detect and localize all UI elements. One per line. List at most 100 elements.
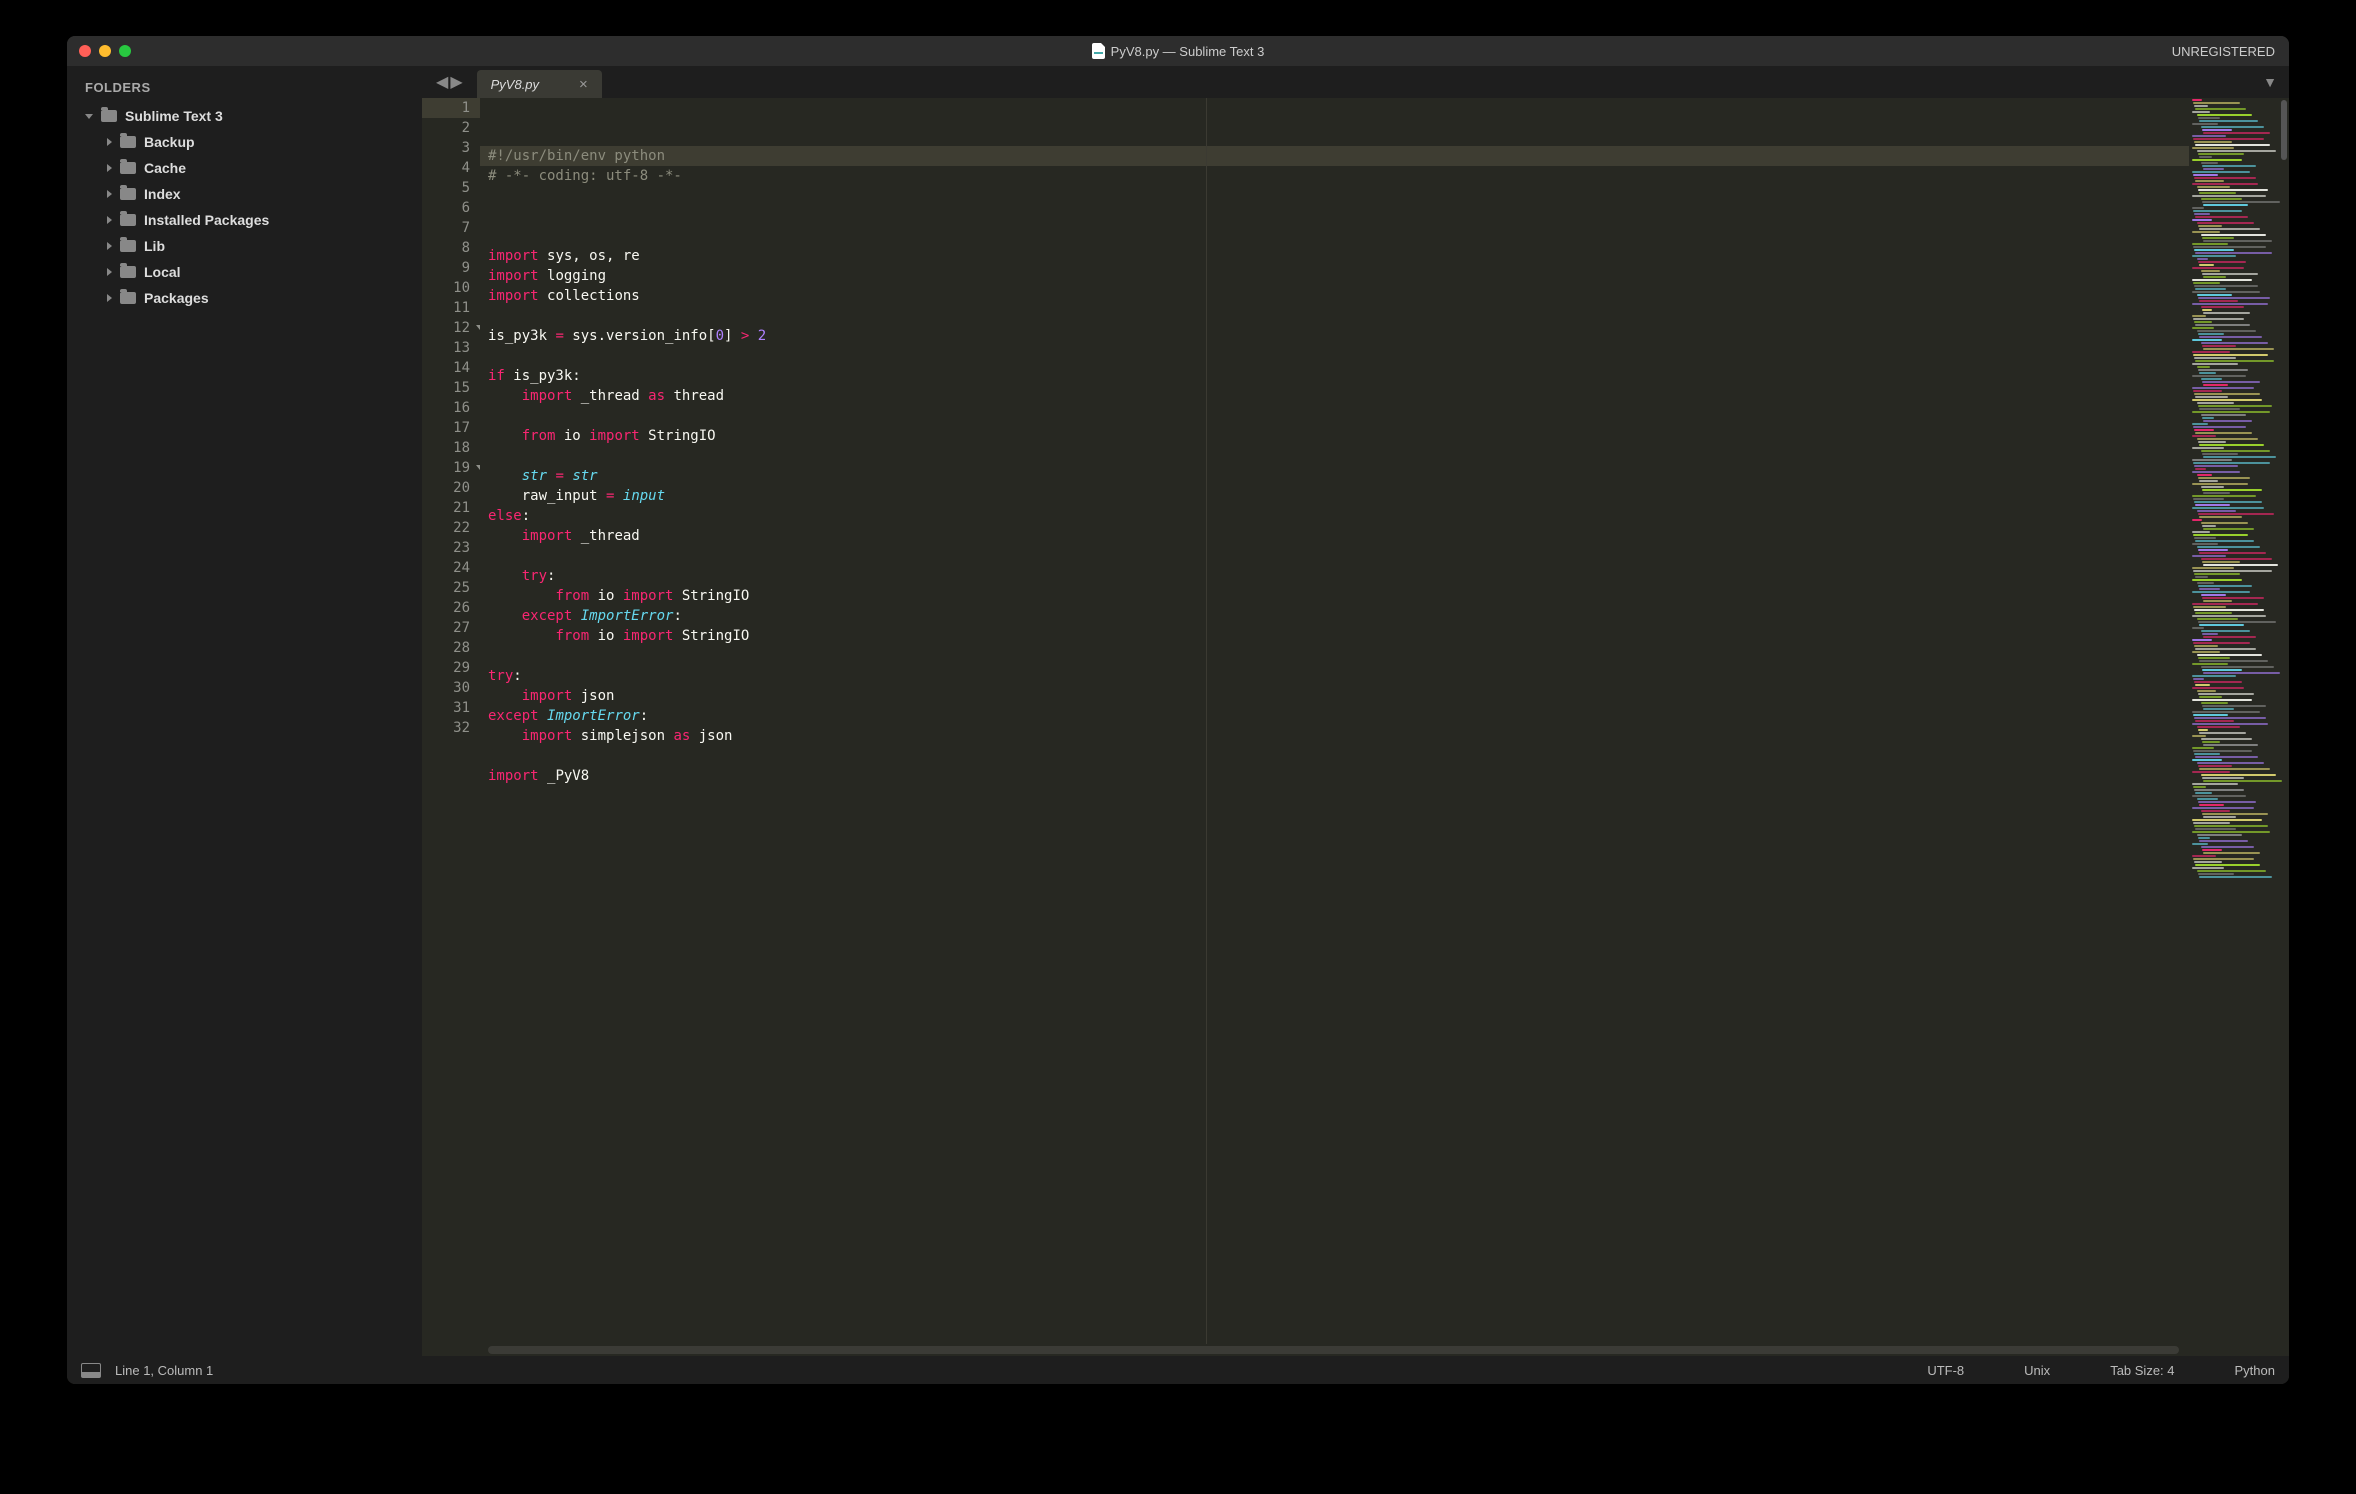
gutter-line[interactable]: 16 <box>422 398 480 418</box>
gutter-line[interactable]: 6 <box>422 198 480 218</box>
gutter-line[interactable]: 8 <box>422 238 480 258</box>
gutter-line[interactable]: 21 <box>422 498 480 518</box>
gutter-line[interactable]: 10 <box>422 278 480 298</box>
gutter-line[interactable]: 27 <box>422 618 480 638</box>
nav-forward-icon[interactable]: ▶ <box>450 72 462 92</box>
chevron-right-icon[interactable] <box>107 190 112 198</box>
gutter-line[interactable]: 30 <box>422 678 480 698</box>
chevron-right-icon[interactable] <box>107 242 112 250</box>
tree-item[interactable]: Packages <box>67 285 422 311</box>
gutter-line[interactable]: 2 <box>422 118 480 138</box>
gutter-line[interactable]: 7 <box>422 218 480 238</box>
code-line[interactable] <box>480 446 2189 466</box>
code-line[interactable] <box>480 406 2189 426</box>
gutter-line[interactable]: 14 <box>422 358 480 378</box>
code-line[interactable]: from io import StringIO <box>480 586 2189 606</box>
tree-item[interactable]: Local <box>67 259 422 285</box>
code-line[interactable] <box>480 346 2189 366</box>
code-line[interactable]: if is_py3k: <box>480 366 2189 386</box>
gutter-line[interactable]: 28 <box>422 638 480 658</box>
panel-switcher-icon[interactable] <box>81 1363 101 1378</box>
chevron-right-icon[interactable] <box>107 164 112 172</box>
tree-item[interactable]: Backup <box>67 129 422 155</box>
gutter-line[interactable]: 3 <box>422 138 480 158</box>
code-line[interactable]: # -*- coding: utf-8 -*- <box>480 166 2189 186</box>
code-line[interactable] <box>480 186 2189 206</box>
gutter-line[interactable]: 32 <box>422 718 480 738</box>
gutter-line[interactable]: 9 <box>422 258 480 278</box>
status-encoding[interactable]: UTF-8 <box>1927 1363 1964 1378</box>
chevron-right-icon[interactable] <box>107 216 112 224</box>
code-line[interactable]: try: <box>480 566 2189 586</box>
code-line[interactable]: except ImportError: <box>480 706 2189 726</box>
code-line[interactable]: except ImportError: <box>480 606 2189 626</box>
gutter-line[interactable]: 11 <box>422 298 480 318</box>
chevron-right-icon[interactable] <box>107 268 112 276</box>
gutter-line[interactable]: 25 <box>422 578 480 598</box>
close-icon[interactable]: × <box>579 76 588 93</box>
cursor-position[interactable]: Line 1, Column 1 <box>115 1363 213 1378</box>
zoom-window-button[interactable] <box>119 45 131 57</box>
gutter[interactable]: 1234567891011121314151617181920212223242… <box>422 98 480 1344</box>
tab-active[interactable]: PyV8.py × <box>477 70 602 98</box>
code-line[interactable]: import logging <box>480 266 2189 286</box>
scrollbar-h[interactable] <box>422 1344 2289 1356</box>
code-line[interactable] <box>480 646 2189 666</box>
code-line[interactable]: import simplejson as json <box>480 726 2189 746</box>
minimap[interactable] <box>2189 98 2289 1344</box>
gutter-line[interactable]: 15 <box>422 378 480 398</box>
gutter-line[interactable]: 20 <box>422 478 480 498</box>
gutter-line[interactable]: 5 <box>422 178 480 198</box>
titlebar[interactable]: PyV8.py — Sublime Text 3 UNREGISTERED <box>67 36 2289 66</box>
tree-item[interactable]: Lib <box>67 233 422 259</box>
chevron-right-icon[interactable] <box>107 138 112 146</box>
scrollbar-h-thumb[interactable] <box>488 1346 2179 1354</box>
chevron-right-icon[interactable] <box>107 294 112 302</box>
gutter-line[interactable]: 26 <box>422 598 480 618</box>
statusbar[interactable]: Line 1, Column 1 UTF-8 Unix Tab Size: 4 … <box>67 1356 2289 1384</box>
code-line[interactable]: import _PyV8 <box>480 766 2189 786</box>
gutter-line[interactable]: 23 <box>422 538 480 558</box>
code-line[interactable] <box>480 226 2189 246</box>
code-line[interactable]: from io import StringIO <box>480 426 2189 446</box>
tab-overflow-icon[interactable]: ▼ <box>2263 74 2277 90</box>
code-line[interactable]: #!/usr/bin/env python <box>480 146 2189 166</box>
code-editor[interactable]: #!/usr/bin/env python# -*- coding: utf-8… <box>480 98 2189 1344</box>
code-line[interactable] <box>480 546 2189 566</box>
tree-root[interactable]: Sublime Text 3 <box>67 103 422 129</box>
gutter-line[interactable]: 24 <box>422 558 480 578</box>
code-line[interactable]: raw_input = input <box>480 486 2189 506</box>
gutter-line[interactable]: 17 <box>422 418 480 438</box>
gutter-line[interactable]: 13 <box>422 338 480 358</box>
gutter-line[interactable]: 18 <box>422 438 480 458</box>
code-line[interactable]: str = str <box>480 466 2189 486</box>
status-tab-size[interactable]: Tab Size: 4 <box>2110 1363 2174 1378</box>
gutter-line[interactable]: 22 <box>422 518 480 538</box>
nav-back-icon[interactable]: ◀ <box>436 72 448 92</box>
tree-item[interactable]: Index <box>67 181 422 207</box>
gutter-line[interactable]: 29 <box>422 658 480 678</box>
code-line[interactable]: import json <box>480 686 2189 706</box>
tree-item[interactable]: Cache <box>67 155 422 181</box>
gutter-line[interactable]: 19 <box>422 458 480 478</box>
code-line[interactable] <box>480 746 2189 766</box>
close-window-button[interactable] <box>79 45 91 57</box>
code-line[interactable] <box>480 206 2189 226</box>
chevron-down-icon[interactable] <box>85 114 93 119</box>
code-line[interactable]: import sys, os, re <box>480 246 2189 266</box>
status-line-ending[interactable]: Unix <box>2024 1363 2050 1378</box>
gutter-line[interactable]: 31 <box>422 698 480 718</box>
sidebar[interactable]: FOLDERS Sublime Text 3 BackupCacheIndexI… <box>67 66 422 1356</box>
code-line[interactable]: is_py3k = sys.version_info[0] > 2 <box>480 326 2189 346</box>
code-line[interactable]: from io import StringIO <box>480 626 2189 646</box>
tree-item[interactable]: Installed Packages <box>67 207 422 233</box>
status-syntax[interactable]: Python <box>2235 1363 2275 1378</box>
code-line[interactable]: import _thread as thread <box>480 386 2189 406</box>
minimize-window-button[interactable] <box>99 45 111 57</box>
code-line[interactable] <box>480 306 2189 326</box>
code-line[interactable]: else: <box>480 506 2189 526</box>
code-line[interactable]: import collections <box>480 286 2189 306</box>
tab-bar[interactable]: ◀ ▶ PyV8.py × ▼ <box>422 66 2289 98</box>
minimap-scrollbar[interactable] <box>2281 100 2287 160</box>
gutter-line[interactable]: 4 <box>422 158 480 178</box>
